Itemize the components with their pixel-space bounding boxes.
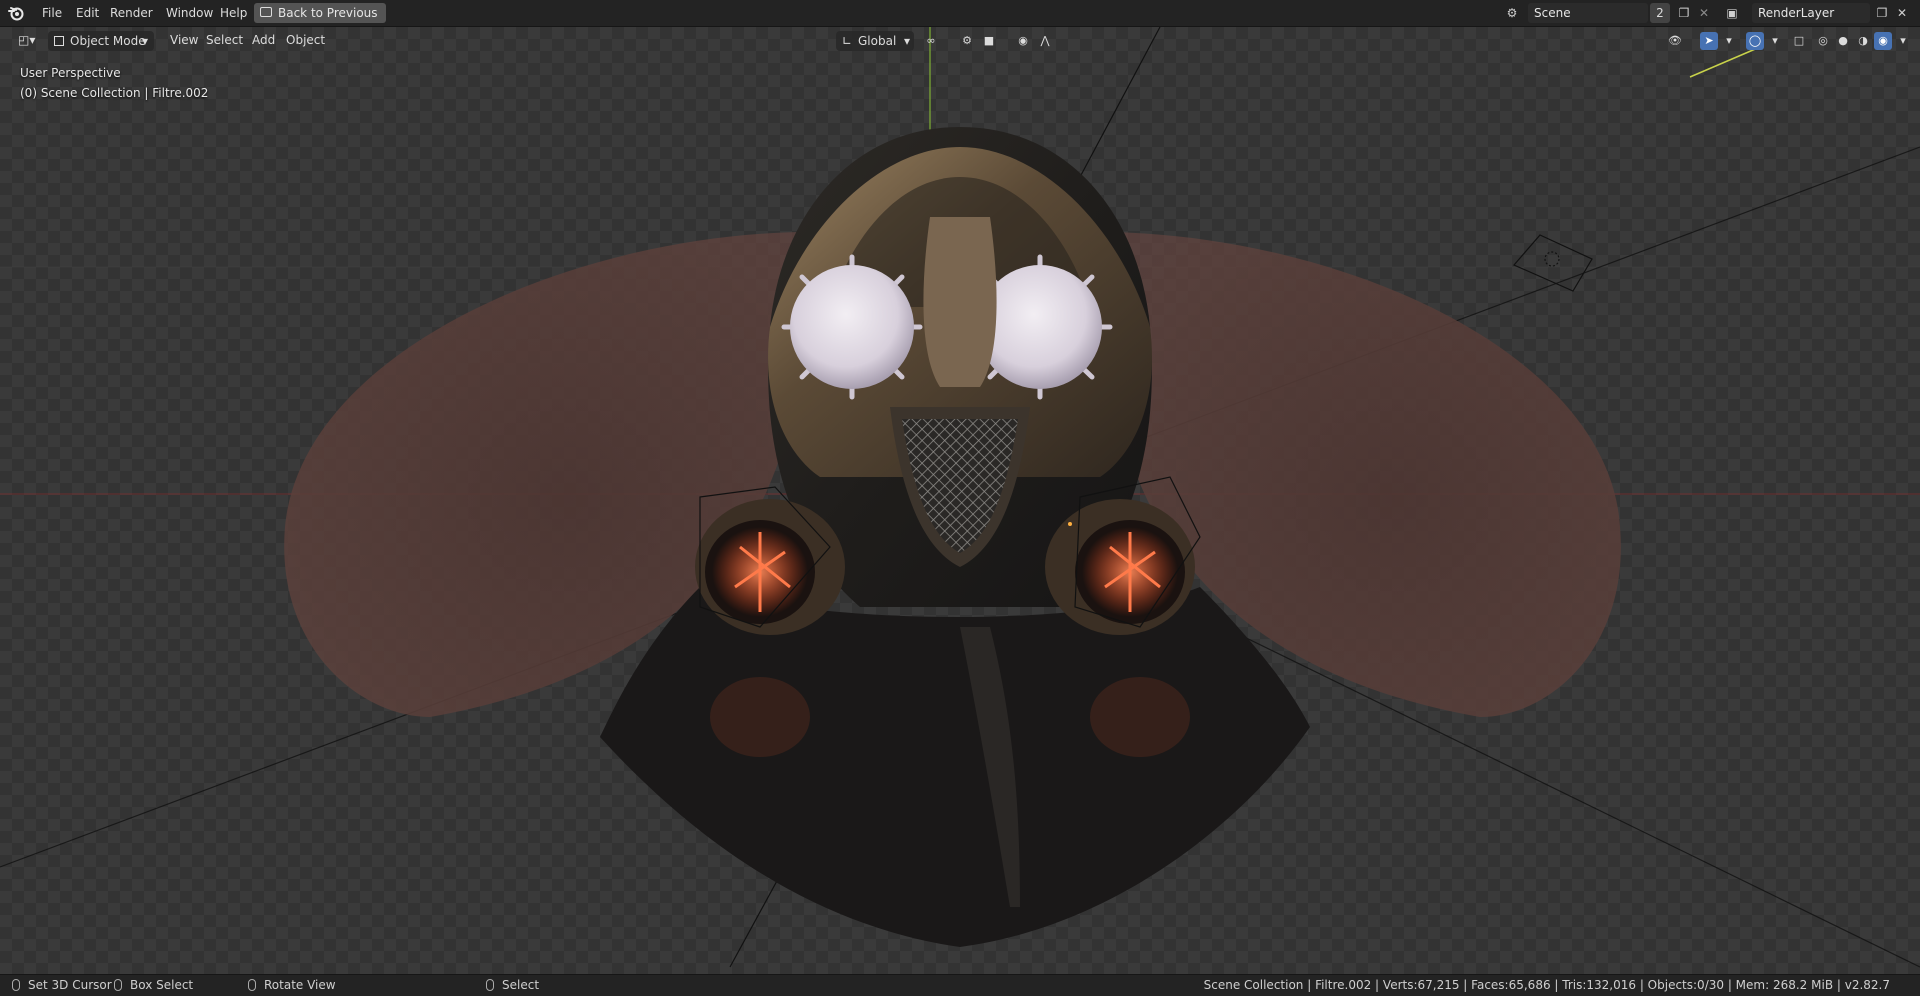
new-scene-icon[interactable]: ❐ <box>1674 3 1694 23</box>
viewport-info: User Perspective (0) Scene Collection | … <box>20 63 208 103</box>
visibility-icon[interactable]: 👁 <box>1666 32 1684 50</box>
scene-render <box>0 27 1920 968</box>
rendered-icon[interactable]: ◉ <box>1874 32 1892 50</box>
status-bar: Set 3D Cursor Box Select Rotate View Sel… <box>0 974 1920 996</box>
top-bar: File Edit Render Window Help Back to Pre… <box>0 0 1920 27</box>
material-preview-icon[interactable]: ◑ <box>1854 32 1872 50</box>
menu-select[interactable]: Select <box>200 31 249 49</box>
shading-dropdown-icon[interactable]: ▾ <box>1894 32 1912 50</box>
back-to-previous-label: Back to Previous <box>278 6 378 20</box>
xray-icon[interactable]: □ <box>1790 32 1808 50</box>
3d-viewport-icon[interactable]: ◰▾ <box>12 31 41 49</box>
menu-object[interactable]: Object <box>280 31 331 49</box>
solid-icon[interactable]: ● <box>1834 32 1852 50</box>
delete-view-layer-icon[interactable]: ✕ <box>1892 3 1912 23</box>
hint-select: Select <box>486 975 539 996</box>
menu-add[interactable]: Add <box>246 31 281 49</box>
transform-orientation-dropdown[interactable]: ∟ Global ▾ <box>836 31 914 51</box>
back-icon <box>260 7 272 17</box>
snap-icon[interactable]: ⚙ <box>958 32 976 50</box>
orientation-icon: ∟ <box>842 34 853 48</box>
render-layer-name-field[interactable]: RenderLayer <box>1752 3 1870 23</box>
new-view-layer-icon[interactable]: ❐ <box>1872 3 1892 23</box>
orientation-label: Global <box>858 34 897 48</box>
hint-rotate-view: Rotate View <box>248 975 336 996</box>
menu-help[interactable]: Help <box>214 4 253 22</box>
menu-render[interactable]: Render <box>104 4 159 22</box>
blender-logo-icon[interactable] <box>8 5 24 21</box>
overlays-dropdown-icon[interactable]: ▾ <box>1766 32 1784 50</box>
overlays-icon[interactable]: ◯ <box>1746 32 1764 50</box>
perspective-label: User Perspective <box>20 66 121 80</box>
falloff-icon[interactable]: ⋀ <box>1036 32 1054 50</box>
delete-scene-icon[interactable]: ✕ <box>1694 3 1714 23</box>
pivot-point-icon[interactable]: ∞ <box>922 32 940 50</box>
back-to-previous-button[interactable]: Back to Previous <box>254 3 386 23</box>
hint-set-3d-cursor: Set 3D Cursor <box>12 975 112 996</box>
menu-window[interactable]: Window <box>160 4 219 22</box>
virus-eye-left <box>781 254 923 400</box>
gizmo-dropdown-icon[interactable]: ▾ <box>1720 32 1738 50</box>
render-layer-browse-icon[interactable]: ▣ <box>1722 3 1742 23</box>
hint-box-select: Box Select <box>114 975 193 996</box>
mouse-right-icon <box>486 978 494 991</box>
viewport-header: ◰▾ Object Mode ▾ View Select Add Object … <box>0 27 1920 53</box>
menu-file[interactable]: File <box>36 4 68 22</box>
chevron-down-icon: ▾ <box>141 34 148 48</box>
mouse-left-icon <box>12 978 20 991</box>
3d-viewport[interactable]: User Perspective (0) Scene Collection | … <box>0 27 1920 974</box>
wireframe-icon[interactable]: ◎ <box>1814 32 1832 50</box>
scene-name-field[interactable]: Scene <box>1528 3 1648 23</box>
menu-view[interactable]: View <box>164 31 204 49</box>
mode-selector[interactable]: Object Mode ▾ <box>48 31 154 51</box>
scene-users-count[interactable]: 2 <box>1650 3 1670 23</box>
menu-edit[interactable]: Edit <box>70 4 105 22</box>
gizmo-icon[interactable]: ➤ <box>1700 32 1718 50</box>
proportional-edit-icon[interactable]: ◉ <box>1014 32 1032 50</box>
chevron-down-icon: ▾ <box>903 34 910 48</box>
mode-label: Object Mode <box>70 34 146 48</box>
scene-statistics: Scene Collection | Filtre.002 | Verts:67… <box>1203 978 1890 992</box>
scene-browse-icon[interactable]: ⚙ <box>1502 3 1522 23</box>
object-mode-icon <box>54 36 64 46</box>
collection-label: (0) Scene Collection | Filtre.002 <box>20 86 209 100</box>
snap-target-icon[interactable]: ■ <box>980 32 998 50</box>
mouse-middle-icon <box>248 978 256 991</box>
mouse-drag-icon <box>114 978 122 991</box>
